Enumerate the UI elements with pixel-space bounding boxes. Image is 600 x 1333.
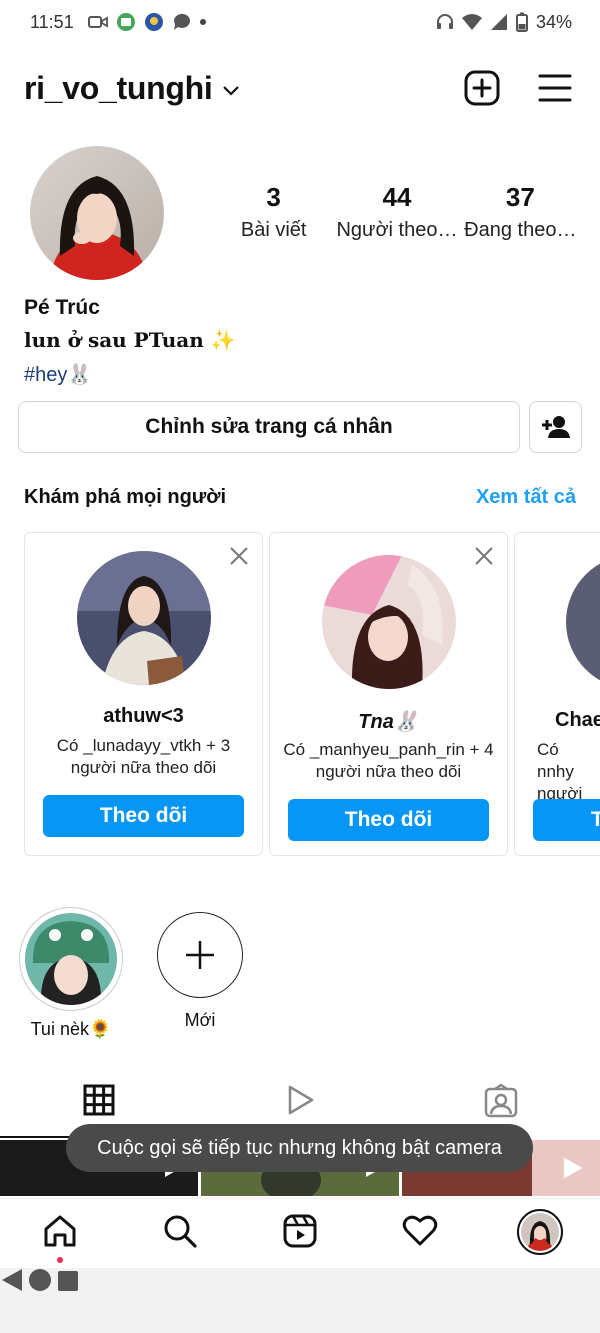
suggestion-mutuals: Có _lunadayy_vtkh + 3 người nữa theo dõi bbox=[56, 736, 231, 777]
display-name: Pé Trúc bbox=[24, 296, 100, 319]
messenger-icon bbox=[144, 13, 163, 31]
profile-bio: Pé Trúc lun ở sau PTuan ✨ #hey🐰 bbox=[24, 296, 236, 387]
back-icon[interactable] bbox=[0, 1268, 24, 1292]
signal-icon bbox=[490, 14, 507, 30]
new-highlight-button[interactable]: Mới bbox=[157, 912, 243, 1031]
chat-bubble-icon bbox=[173, 13, 190, 30]
suggestion-card[interactable]: Tna🐰 Có _manhyeu_panh_rin + 4 người nữa … bbox=[269, 532, 508, 856]
profile-avatar[interactable] bbox=[517, 1209, 563, 1255]
bio-text: lun ở sau PTuan ✨ bbox=[24, 328, 236, 352]
suggestion-username[interactable]: Tna🐰 bbox=[270, 709, 507, 734]
toast-message: Cuộc gọi sẽ tiếp tục nhưng không bật cam… bbox=[66, 1124, 533, 1172]
story-highlight[interactable]: Tui nèk🌻 bbox=[19, 907, 123, 1040]
profile-header: ri_vo_tunghi bbox=[24, 60, 572, 116]
reel-play-icon bbox=[563, 1157, 583, 1179]
account-switcher-username[interactable]: ri_vo_tunghi bbox=[24, 70, 213, 107]
suggestion-avatar[interactable] bbox=[76, 551, 211, 685]
add-user-icon bbox=[541, 416, 570, 438]
suggestion-card[interactable]: Chae Có nnhy người T bbox=[514, 532, 600, 856]
stat-value: 37 bbox=[505, 182, 535, 212]
suggestion-username[interactable]: athuw<3 bbox=[25, 705, 262, 728]
stat-posts[interactable]: 3 Bài viết bbox=[212, 182, 335, 242]
system-navigation-bar bbox=[0, 1268, 600, 1333]
grid-icon[interactable] bbox=[83, 1084, 115, 1116]
highlight-label: Mới bbox=[184, 1010, 216, 1030]
suggestion-mutuals: Có _manhyeu_panh_rin + 4 người nữa theo … bbox=[283, 740, 494, 781]
stat-value: 3 bbox=[266, 182, 281, 212]
wifi-icon bbox=[461, 14, 482, 30]
suggestion-carousel[interactable]: athuw<3 Có _lunadayy_vtkh + 3 người nữa … bbox=[24, 532, 600, 858]
highlight-ring bbox=[19, 907, 123, 1011]
battery-percent: 34% bbox=[535, 11, 572, 32]
bio-hashtag-link[interactable]: #hey🐰 bbox=[24, 362, 236, 387]
search-icon[interactable] bbox=[162, 1213, 198, 1249]
tagged-icon[interactable] bbox=[484, 1084, 518, 1118]
recents-icon[interactable] bbox=[57, 1270, 79, 1292]
profile-avatar[interactable] bbox=[30, 146, 164, 280]
stat-value: 44 bbox=[382, 182, 412, 212]
heart-icon[interactable] bbox=[402, 1213, 438, 1247]
close-icon[interactable] bbox=[228, 545, 250, 567]
edit-profile-button[interactable]: Chỉnh sửa trang cá nhân bbox=[18, 401, 520, 453]
home-button-icon[interactable] bbox=[28, 1268, 52, 1292]
video-call-icon bbox=[87, 16, 108, 28]
follow-button[interactable]: Theo dõi bbox=[288, 799, 489, 841]
suggestion-mutuals: Có nnhy người bbox=[537, 740, 583, 803]
plus-icon bbox=[186, 941, 214, 969]
stat-label: Người theo… bbox=[336, 219, 458, 241]
new-post-icon[interactable] bbox=[464, 70, 500, 106]
suggestion-avatar[interactable] bbox=[566, 555, 600, 689]
suggestion-avatar[interactable] bbox=[321, 555, 456, 689]
stat-label: Đang theo… bbox=[464, 219, 577, 241]
notification-dot bbox=[57, 1257, 63, 1263]
stat-followers[interactable]: 44 Người theo… bbox=[335, 182, 458, 242]
highlight-label: Tui nèk🌻 bbox=[30, 1019, 112, 1039]
status-time: 11:51 bbox=[30, 11, 74, 32]
menu-icon[interactable] bbox=[538, 73, 572, 103]
reels-tab-icon[interactable] bbox=[284, 1084, 316, 1116]
highlight-cover bbox=[25, 913, 117, 1005]
status-bar: 11:51 34% bbox=[0, 0, 600, 44]
discover-title: Khám phá mọi người bbox=[24, 486, 227, 508]
profile-stats: 3 Bài viết 44 Người theo… 37 Đang theo… bbox=[212, 182, 582, 242]
see-all-link[interactable]: Xem tất cả bbox=[476, 486, 576, 509]
headset-icon bbox=[436, 14, 453, 29]
follow-button[interactable]: T bbox=[533, 799, 600, 841]
home-icon[interactable] bbox=[42, 1213, 78, 1249]
more-notifications-dot bbox=[199, 19, 206, 25]
stat-label: Bài viết bbox=[240, 219, 307, 241]
chevron-down-icon[interactable] bbox=[222, 85, 240, 97]
stat-following[interactable]: 37 Đang theo… bbox=[459, 182, 582, 242]
suggestion-username[interactable]: Chae bbox=[555, 709, 600, 732]
follow-button[interactable]: Theo dõi bbox=[43, 795, 244, 837]
discover-people-button[interactable] bbox=[529, 401, 582, 453]
suggestion-card[interactable]: athuw<3 Có _lunadayy_vtkh + 3 người nữa … bbox=[24, 532, 263, 856]
bottom-navigation bbox=[0, 1198, 600, 1268]
close-icon[interactable] bbox=[473, 545, 495, 567]
discover-people-header: Khám phá mọi người Xem tất cả bbox=[24, 486, 576, 509]
message-app-icon bbox=[116, 13, 135, 31]
reels-icon[interactable] bbox=[282, 1213, 318, 1249]
battery-icon bbox=[515, 12, 528, 32]
new-highlight-circle bbox=[157, 912, 243, 998]
